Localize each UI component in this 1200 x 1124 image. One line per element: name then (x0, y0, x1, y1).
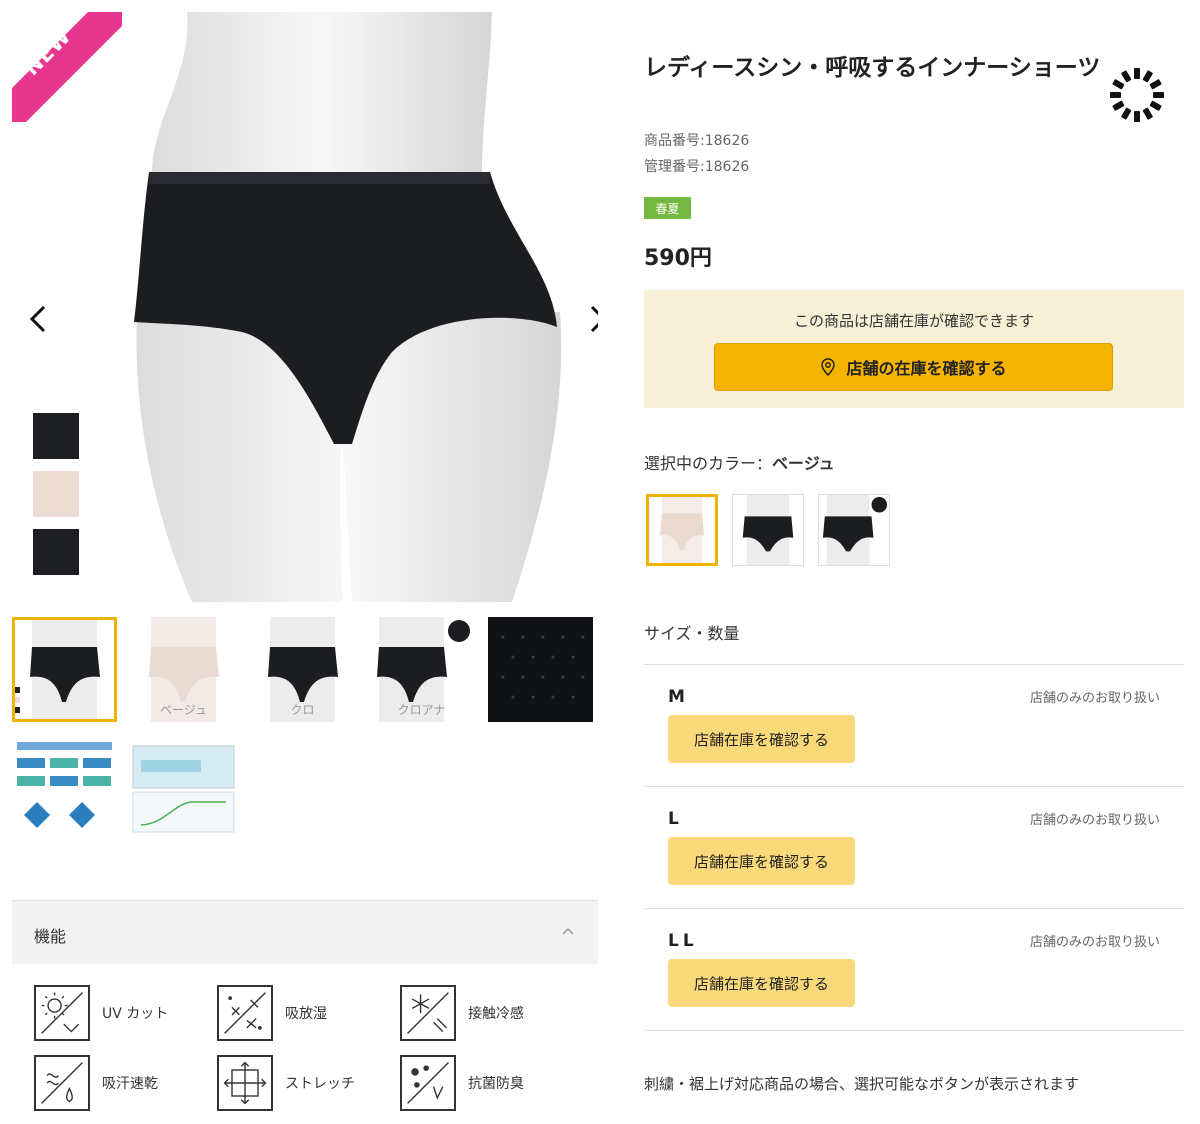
new-badge-label: NEW (19, 23, 76, 81)
feature-label: 抗菌防臭 (468, 1076, 524, 1092)
store-only-note: 店舗のみのお取り扱い (1029, 935, 1160, 950)
color-option-image (660, 497, 704, 563)
color-option-image (822, 495, 888, 565)
thumbnail-caption: ベージュ (160, 703, 207, 717)
selected-color-value: ベージュ (772, 454, 835, 473)
thumbnail-beige[interactable]: ベージュ (131, 617, 236, 722)
color-swatch-beige[interactable] (33, 471, 79, 517)
size-list-divider (644, 1030, 1184, 1031)
feature-quick-dry: 吸汗速乾 (34, 1055, 217, 1111)
feature-label: UV カット (102, 1006, 169, 1022)
features-accordion-header[interactable]: 機能 (12, 900, 598, 964)
thumbnail-caption: クロ (290, 703, 315, 717)
color-swatch-black-mesh[interactable] (33, 529, 79, 575)
size-name: M (668, 687, 689, 707)
chevron-up-icon (562, 927, 574, 935)
feature-label: ストレッチ (285, 1076, 355, 1092)
thumbnail-image (17, 742, 112, 828)
store-stock-message: この商品は店舗在庫が確認できます (793, 312, 1034, 330)
thumbnail-strip: ベージュ クロ クロアナ (12, 617, 598, 722)
color-option-image (742, 495, 794, 565)
prev-image-button[interactable] (24, 302, 52, 336)
thumbnail-image (488, 617, 593, 722)
color-option-beige[interactable] (646, 494, 718, 566)
store-stock-panel: この商品は店舗在庫が確認できます 店舗の在庫を確認する (644, 290, 1184, 408)
selected-color-label: 選択中のカラー：ベージュ (644, 450, 835, 474)
size-quantity-title: サイズ・数量 (644, 624, 740, 643)
thumbnail-image (132, 745, 235, 833)
store-only-note: 店舗のみのお取り扱い (1029, 813, 1160, 828)
feature-moisture: 吸放湿 (217, 985, 400, 1041)
season-badge: 春夏 (644, 197, 691, 219)
features-title: 機能 (34, 927, 67, 946)
new-badge: NEW (12, 12, 122, 122)
size-name: LL (668, 931, 698, 951)
selected-color-prefix: 選択中のカラー： (644, 454, 773, 473)
feature-stretch: ストレッチ (217, 1055, 400, 1111)
map-pin-icon (821, 358, 836, 376)
uv-cut-icon (34, 985, 90, 1041)
thumbnail-fabric-diagram[interactable] (131, 740, 236, 835)
quick-dry-icon (34, 1055, 90, 1111)
embroidery-note: 刺繍・裾上げ対応商品の場合、選択可能なボタンが表示されます (644, 1075, 1080, 1093)
image-color-swatches (33, 413, 79, 587)
size-row-m: M 店舗のみのお取り扱い 店舗在庫を確認する (644, 664, 1184, 786)
feature-label: 吸汗速乾 (102, 1076, 158, 1092)
thumbnail-black-mesh[interactable]: クロアナ (369, 617, 474, 722)
stretch-icon (217, 1055, 273, 1111)
color-options (646, 494, 890, 566)
features-grid: UV カット 吸放湿 接触冷感 吸汗速乾 ストレッチ 抗菌防臭 (34, 985, 594, 1111)
feature-uv-cut: UV カット (34, 985, 217, 1041)
next-image-button[interactable] (584, 302, 598, 336)
loading-spinner-icon (1110, 68, 1164, 122)
check-store-stock-ll-button[interactable]: 店舗在庫を確認する (668, 959, 855, 1007)
feature-antibacterial: 抗菌防臭 (400, 1055, 583, 1111)
thumbnail-feature-infographic[interactable] (12, 740, 117, 835)
color-option-black-mesh[interactable] (818, 494, 890, 566)
store-only-note: 店舗のみのお取り扱い (1029, 691, 1160, 706)
check-store-stock-l-button[interactable]: 店舗在庫を確認する (668, 837, 855, 885)
check-store-stock-label: 店舗の在庫を確認する (846, 359, 1007, 378)
thumbnail-caption: クロアナ (397, 703, 446, 717)
chevron-left-icon (29, 305, 46, 333)
moisture-icon (217, 985, 273, 1041)
color-swatch-black[interactable] (33, 413, 79, 459)
product-main-image: NEW (12, 12, 598, 602)
product-price: 590円 (644, 246, 712, 271)
thumbnail-image (14, 617, 100, 722)
product-title: レディースシン・呼吸するインナーショーツ (644, 55, 1101, 81)
thumbnail-fabric-closeup[interactable] (488, 617, 593, 722)
antibacterial-icon (400, 1055, 456, 1111)
check-store-stock-m-button[interactable]: 店舗在庫を確認する (668, 715, 855, 763)
management-number: 管理番号:18626 (644, 159, 750, 175)
size-row-ll: LL 店舗のみのお取り扱い 店舗在庫を確認する (644, 908, 1184, 1030)
chevron-right-icon (590, 305, 598, 333)
cool-touch-icon (400, 985, 456, 1041)
size-name: L (668, 809, 683, 829)
feature-label: 吸放湿 (285, 1006, 327, 1022)
color-option-black[interactable] (732, 494, 804, 566)
thumbnail-black-2[interactable]: クロ (250, 617, 355, 722)
item-number: 商品番号:18626 (644, 133, 750, 149)
thumbnail-strip-2 (12, 740, 236, 835)
size-row-l: L 店舗のみのお取り扱い 店舗在庫を確認する (644, 786, 1184, 908)
check-store-stock-button[interactable]: 店舗の在庫を確認する (714, 343, 1113, 391)
thumbnail-black[interactable] (12, 617, 117, 722)
feature-cool-touch: 接触冷感 (400, 985, 583, 1041)
feature-label: 接触冷感 (468, 1006, 524, 1022)
